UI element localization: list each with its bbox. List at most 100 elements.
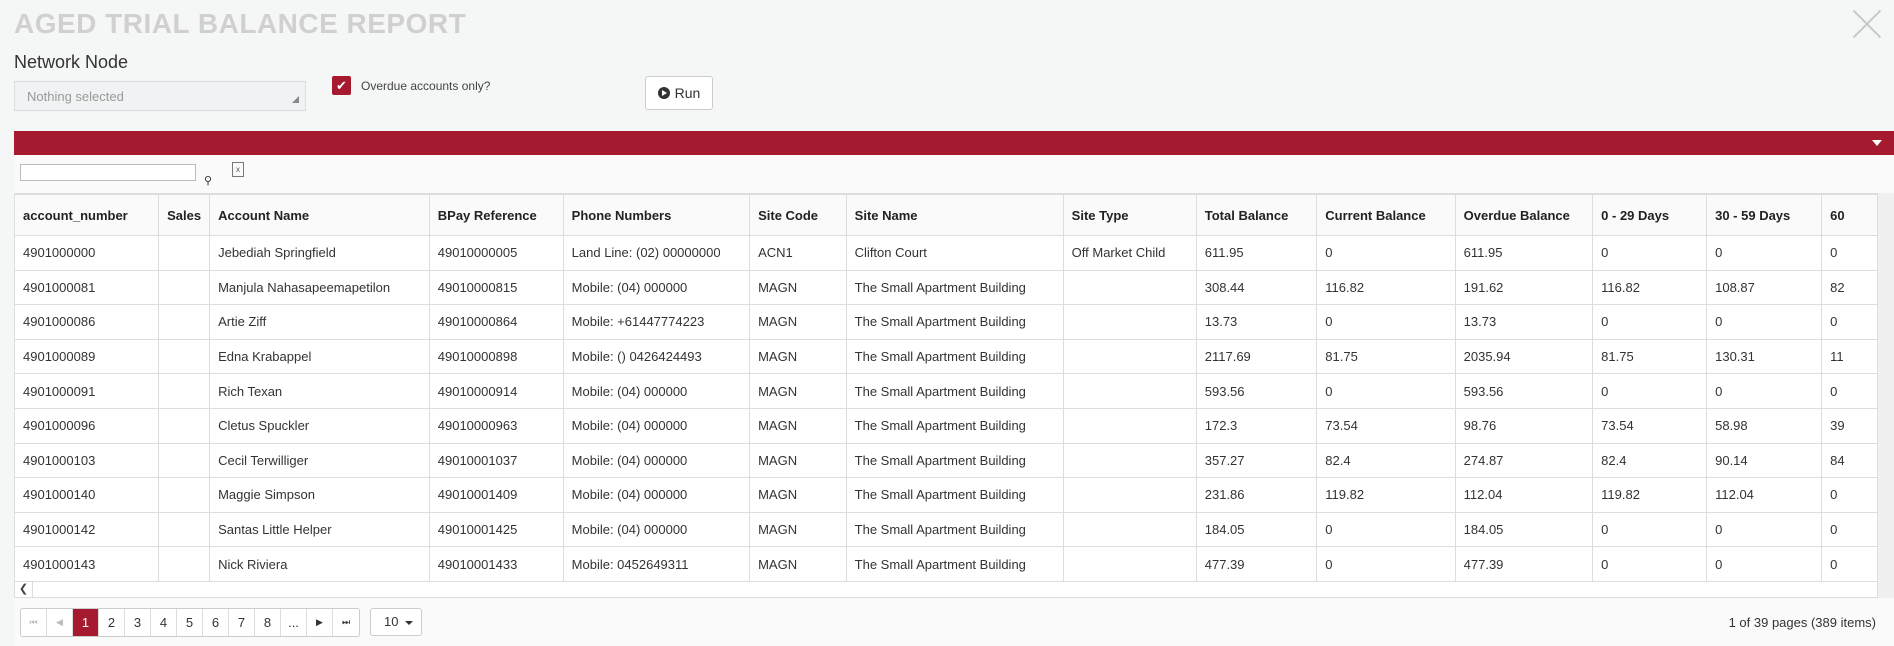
vertical-scrollbar[interactable] xyxy=(1878,193,1894,598)
table-cell: 593.56 xyxy=(1454,373,1594,409)
table-row[interactable]: 4901000000 Jebediah Springfield 4901000000… xyxy=(14,235,1878,271)
table-cell xyxy=(1062,477,1197,513)
grid-search-input[interactable] xyxy=(20,164,196,181)
table-cell: The Small Apartment Building xyxy=(845,407,1064,444)
page-button[interactable]: 2 xyxy=(99,609,125,636)
table-row[interactable]: 4901000081 Manjula Nahasapeemapetilon 4901… xyxy=(14,269,1878,306)
table-cell: 49010000963 xyxy=(428,407,564,444)
page-button[interactable]: 3 xyxy=(125,609,151,636)
table-row[interactable]: 4901000143 Nick Riviera 49010001433 Mobile:… xyxy=(14,546,1878,581)
table-cell: 0 xyxy=(1706,304,1823,340)
column-header[interactable]: Sales xyxy=(158,194,211,236)
table-row[interactable]: 4901000142 Santas Little Helper 4901000142… xyxy=(14,511,1878,548)
table-row[interactable]: 4901000096 Cletus Spuckler 49010000963 Mobi… xyxy=(14,407,1878,444)
play-circle-icon xyxy=(657,87,670,99)
table-cell: 130.31 xyxy=(1706,338,1823,375)
run-label: Run xyxy=(674,85,701,101)
table-cell: 81.75 xyxy=(1316,338,1456,375)
page-button[interactable]: 1 xyxy=(73,609,99,636)
table-cell xyxy=(1062,511,1197,548)
column-header[interactable]: Account Name xyxy=(209,194,430,236)
table-cell: 49010001425 xyxy=(428,511,564,548)
table-cell: 49010000864 xyxy=(428,304,564,340)
caret-down-icon[interactable] xyxy=(1872,140,1882,146)
table-cell: Nick Riviera xyxy=(209,546,430,581)
column-header[interactable]: Total Balance xyxy=(1195,194,1318,236)
table-cell: Manjula Nahasapeemapetilon xyxy=(209,269,430,306)
table-cell xyxy=(158,235,211,271)
table-cell xyxy=(158,511,211,548)
page-button[interactable]: 4 xyxy=(151,609,177,636)
table-cell: 593.56 xyxy=(1195,373,1318,409)
table-cell: 98.76 xyxy=(1454,407,1594,444)
grid-table-wrap: account_number Sales Account Name BPay Refe… xyxy=(14,193,1878,581)
overdue-label: Overdue accounts only? xyxy=(361,79,491,93)
network-node-select[interactable]: Nothing selected xyxy=(14,81,306,111)
column-header[interactable]: 30 - 59 Days xyxy=(1706,194,1823,236)
column-header[interactable]: 60 xyxy=(1821,194,1878,236)
table-cell: 49010000815 xyxy=(428,269,564,306)
horizontal-scrollbar[interactable]: ❮ xyxy=(14,581,1878,598)
table-cell: 611.95 xyxy=(1454,235,1594,271)
column-header[interactable]: Site Type xyxy=(1062,194,1197,236)
table-cell: Cletus Spuckler xyxy=(209,407,430,444)
table-cell xyxy=(158,477,211,513)
page-button[interactable]: 5 xyxy=(177,609,203,636)
table-row[interactable]: 4901000140 Maggie Simpson 49010001409 Mobil… xyxy=(14,477,1878,513)
table-row[interactable]: 4901000086 Artie Ziff 49010000864 Mobile: +… xyxy=(14,304,1878,340)
table-cell: 119.82 xyxy=(1316,477,1456,513)
table-cell: 82.4 xyxy=(1592,442,1708,479)
table-cell: Mobile: (04) 000000 xyxy=(562,511,751,548)
table-cell: 184.05 xyxy=(1195,511,1318,548)
table-cell: 13.73 xyxy=(1454,304,1594,340)
last-page-icon[interactable]: ⏭ xyxy=(333,609,359,636)
close-icon[interactable] xyxy=(1852,8,1882,38)
table-cell: 357.27 xyxy=(1195,442,1318,479)
page-button[interactable]: ... xyxy=(281,609,307,636)
table-cell xyxy=(1062,407,1197,444)
table-row[interactable]: 4901000089 Edna Krabappel 49010000898 Mobil… xyxy=(14,338,1878,375)
table-cell: The Small Apartment Building xyxy=(845,373,1064,409)
page-button[interactable]: 8 xyxy=(255,609,281,636)
table-row[interactable]: 4901000091 Rich Texan 49010000914 Mobile: (… xyxy=(14,373,1878,409)
table-cell: Mobile: (04) 000000 xyxy=(562,269,751,306)
page-size-select[interactable]: 10 xyxy=(370,608,422,636)
column-header[interactable]: Site Code xyxy=(749,194,847,236)
column-header[interactable]: Phone Numbers xyxy=(562,194,751,236)
column-header[interactable]: Overdue Balance xyxy=(1454,194,1594,236)
table-cell: 308.44 xyxy=(1195,269,1318,306)
table-cell: MAGN xyxy=(749,373,847,409)
excel-export-icon[interactable]: x xyxy=(232,162,244,177)
table-cell: 4901000000 xyxy=(14,235,160,271)
run-button[interactable]: Run xyxy=(645,76,713,110)
column-header[interactable]: 0 - 29 Days xyxy=(1592,194,1708,236)
prev-page-icon[interactable]: ◀ xyxy=(47,609,73,636)
table-cell: 0 xyxy=(1592,304,1708,340)
column-header[interactable]: Current Balance xyxy=(1316,194,1456,236)
column-header[interactable]: account_number xyxy=(14,194,160,236)
table-cell: 0 xyxy=(1592,511,1708,548)
scroll-left-icon[interactable]: ❮ xyxy=(15,582,33,597)
table-cell: 116.82 xyxy=(1592,269,1708,306)
dropdown-corner-icon xyxy=(292,96,299,103)
table-row[interactable]: 4901000103 Cecil Terwilliger 49010001037 Mo… xyxy=(14,442,1878,479)
table-cell: The Small Apartment Building xyxy=(845,442,1064,479)
table-cell xyxy=(158,269,211,306)
table-cell: 0 xyxy=(1316,546,1456,581)
column-header[interactable]: Site Name xyxy=(845,194,1064,236)
first-page-icon[interactable]: ⏮ xyxy=(21,609,47,636)
table-cell: 274.87 xyxy=(1454,442,1594,479)
overdue-checkbox[interactable]: ✔ xyxy=(332,76,351,95)
table-cell: 49010000914 xyxy=(428,373,564,409)
table-cell xyxy=(1062,304,1197,340)
table-cell: 231.86 xyxy=(1195,477,1318,513)
page-button[interactable]: 7 xyxy=(229,609,255,636)
next-page-icon[interactable]: ▶ xyxy=(307,609,333,636)
page-button[interactable]: 6 xyxy=(203,609,229,636)
column-header[interactable]: BPay Reference xyxy=(428,194,564,236)
search-icon[interactable]: ⚲ xyxy=(204,174,212,187)
table-cell: MAGN xyxy=(749,442,847,479)
page-title: AGED TRIAL BALANCE REPORT xyxy=(14,8,467,39)
table-cell: Maggie Simpson xyxy=(209,477,430,513)
table-cell: 0 xyxy=(1316,235,1456,271)
